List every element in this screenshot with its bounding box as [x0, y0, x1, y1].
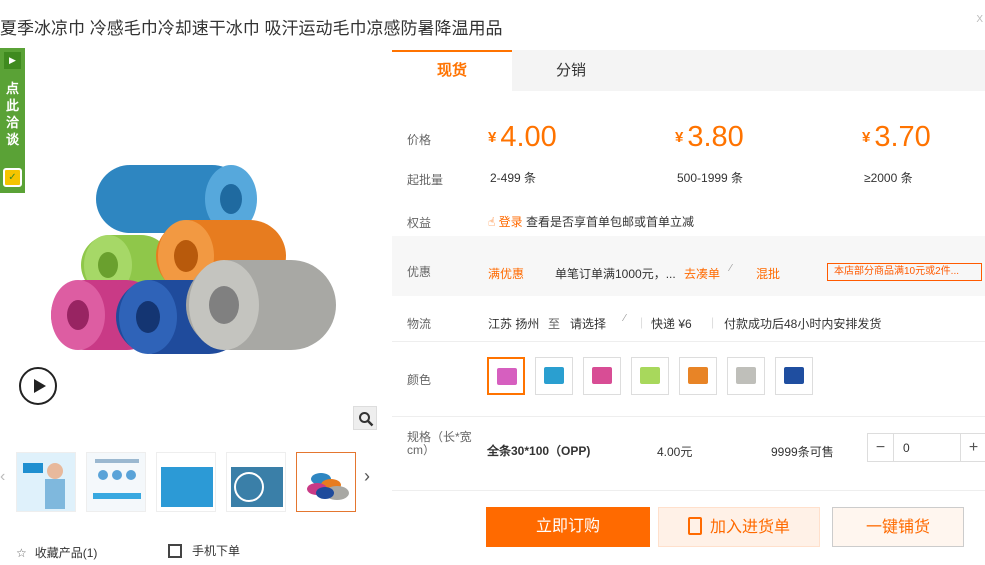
chat-tab[interactable]: ▶ 点此洽谈 ✓ — [0, 48, 25, 193]
swatch-fill — [497, 368, 517, 385]
spec-label: 规格（长*宽cm） — [407, 430, 472, 457]
swatch-fill — [640, 367, 660, 384]
qty-tier-1: 2-499 条 — [490, 171, 537, 185]
favorite-product[interactable]: ☆ 收藏产品(1) — [16, 544, 97, 561]
close-icon[interactable]: X — [976, 14, 983, 25]
rights-label: 权益 — [407, 216, 432, 230]
price-tier-1-value: 4.00 — [500, 121, 557, 153]
row-divider — [392, 341, 985, 342]
add-to-cart-button[interactable]: 加入进货单 — [658, 507, 820, 547]
spec-price: 4.00元 — [657, 445, 693, 459]
qr-code-icon — [168, 544, 182, 558]
quantity-input[interactable] — [895, 434, 965, 461]
currency-symbol: ¥ — [862, 129, 871, 146]
color-swatch-7[interactable] — [775, 357, 813, 395]
decrease-button[interactable]: − — [868, 434, 894, 461]
full-discount-desc: 单笔订单满1000元，... — [555, 267, 676, 281]
zoom-search-icon[interactable] — [353, 406, 377, 430]
logistics-to-word: 至 — [548, 317, 561, 331]
chevron-left-icon[interactable]: ‹ — [0, 468, 5, 486]
row-divider — [392, 416, 985, 417]
spec-name: 全条30*100（OPP) — [487, 444, 591, 458]
thumbnail-1[interactable] — [16, 452, 76, 512]
price-tier-2-value: 3.80 — [687, 121, 744, 153]
swatch-fill — [688, 367, 708, 384]
hand-icon: ☝ — [488, 215, 496, 229]
play-video-button[interactable] — [19, 367, 57, 405]
color-swatch-6[interactable] — [727, 357, 765, 395]
thumbnail-4[interactable] — [226, 452, 286, 512]
one-click-shop-button[interactable]: 一键铺货 — [832, 507, 964, 547]
qty-tier-3: ≥2000 条 — [864, 171, 913, 185]
color-swatch-4[interactable] — [631, 357, 669, 395]
chat-tab-label: 点此洽谈 — [5, 81, 19, 147]
divider-bar: | — [711, 315, 715, 329]
price-tier-2: ¥3.80 — [675, 121, 744, 154]
chevron-down-icon[interactable]: ⁄ — [624, 313, 626, 324]
min-qty-label: 起批量 — [407, 173, 444, 187]
spec-stock: 9999条可售 — [771, 445, 834, 459]
ship-time: 付款成功后48小时内安排发货 — [724, 317, 882, 331]
purchase-panel: 价格 ¥4.00 ¥3.80 ¥3.70 起批量 2-499 条 500-199… — [392, 91, 985, 491]
logistics-label: 物流 — [407, 317, 432, 331]
thumbnail-5[interactable] — [296, 452, 356, 512]
rights-text: 查看是否享首单包邮或首单立减 — [526, 215, 695, 229]
color-swatch-1[interactable] — [487, 357, 525, 395]
divider-bar: | — [640, 315, 644, 329]
destination-select[interactable]: 请选择 — [570, 315, 606, 332]
color-swatch-2[interactable] — [535, 357, 573, 395]
tab-bar: 现货 分销 — [392, 50, 985, 91]
tab-in-stock[interactable]: 现货 — [392, 50, 512, 91]
play-arrow-icon: ▶ — [4, 52, 21, 69]
mixed-batch-label: 混批 — [756, 267, 781, 281]
price-label: 价格 — [407, 133, 432, 147]
tab-distribution[interactable]: 分销 — [512, 50, 630, 91]
favorite-label: 收藏产品(1) — [34, 546, 98, 560]
login-link[interactable]: 登录 — [499, 215, 523, 229]
star-icon: ☆ — [16, 546, 27, 560]
currency-symbol: ¥ — [675, 129, 684, 146]
swatch-fill — [784, 367, 804, 384]
quantity-stepper: − + — [867, 433, 985, 462]
add-to-cart-label: 加入进货单 — [709, 519, 790, 536]
thumbnail-3[interactable] — [156, 452, 216, 512]
go-collect-link[interactable]: 去凑单 — [684, 265, 720, 282]
thumbnail-2[interactable] — [86, 452, 146, 512]
color-swatch-3[interactable] — [583, 357, 621, 395]
logistics-from: 江苏 扬州 — [488, 317, 540, 331]
price-tier-3: ¥3.70 — [862, 121, 931, 154]
buy-now-button[interactable]: 立即订购 — [486, 507, 650, 547]
qty-tier-2: 500-1999 条 — [677, 171, 744, 185]
swatch-fill — [736, 367, 756, 384]
store-promo-tag[interactable]: 本店部分商品满10元或2件... — [827, 263, 982, 281]
towel-roll-gray — [186, 260, 336, 350]
thumbnail-strip: ‹ › — [0, 448, 385, 518]
express-fee: 快递 ¥6 — [651, 317, 692, 331]
clipboard-icon — [687, 517, 702, 535]
product-page: 夏季冰凉巾 冷感毛巾冷却速干冰巾 吸汗运动毛巾凉感防暑降温用品 X ▶ 点此洽谈… — [0, 0, 985, 565]
chevron-right-icon[interactable]: › — [364, 466, 370, 487]
main-product-image — [26, 100, 376, 430]
price-tier-3-value: 3.70 — [874, 121, 931, 153]
increase-button[interactable]: + — [960, 434, 985, 461]
swatch-fill — [592, 367, 612, 384]
full-discount-label: 满优惠 — [488, 267, 525, 281]
product-title: 夏季冰凉巾 冷感毛巾冷却速干冰巾 吸汗运动毛巾凉感防暑降温用品 — [0, 19, 503, 38]
mobile-order-label: 手机下单 — [192, 544, 241, 558]
currency-symbol: ¥ — [488, 129, 497, 146]
color-label: 颜色 — [407, 373, 432, 387]
promo-label: 优惠 — [407, 265, 432, 279]
rights-row: ☝ 登录 查看是否享首单包邮或首单立减 — [488, 213, 694, 230]
price-tier-1: ¥4.00 — [488, 121, 557, 154]
color-swatch-5[interactable] — [679, 357, 717, 395]
swatch-fill — [544, 367, 564, 384]
mobile-order[interactable]: 手机下单 — [168, 542, 240, 559]
chevron-down-icon[interactable]: ⁄ — [730, 263, 732, 274]
shield-icon: ✓ — [3, 168, 22, 187]
